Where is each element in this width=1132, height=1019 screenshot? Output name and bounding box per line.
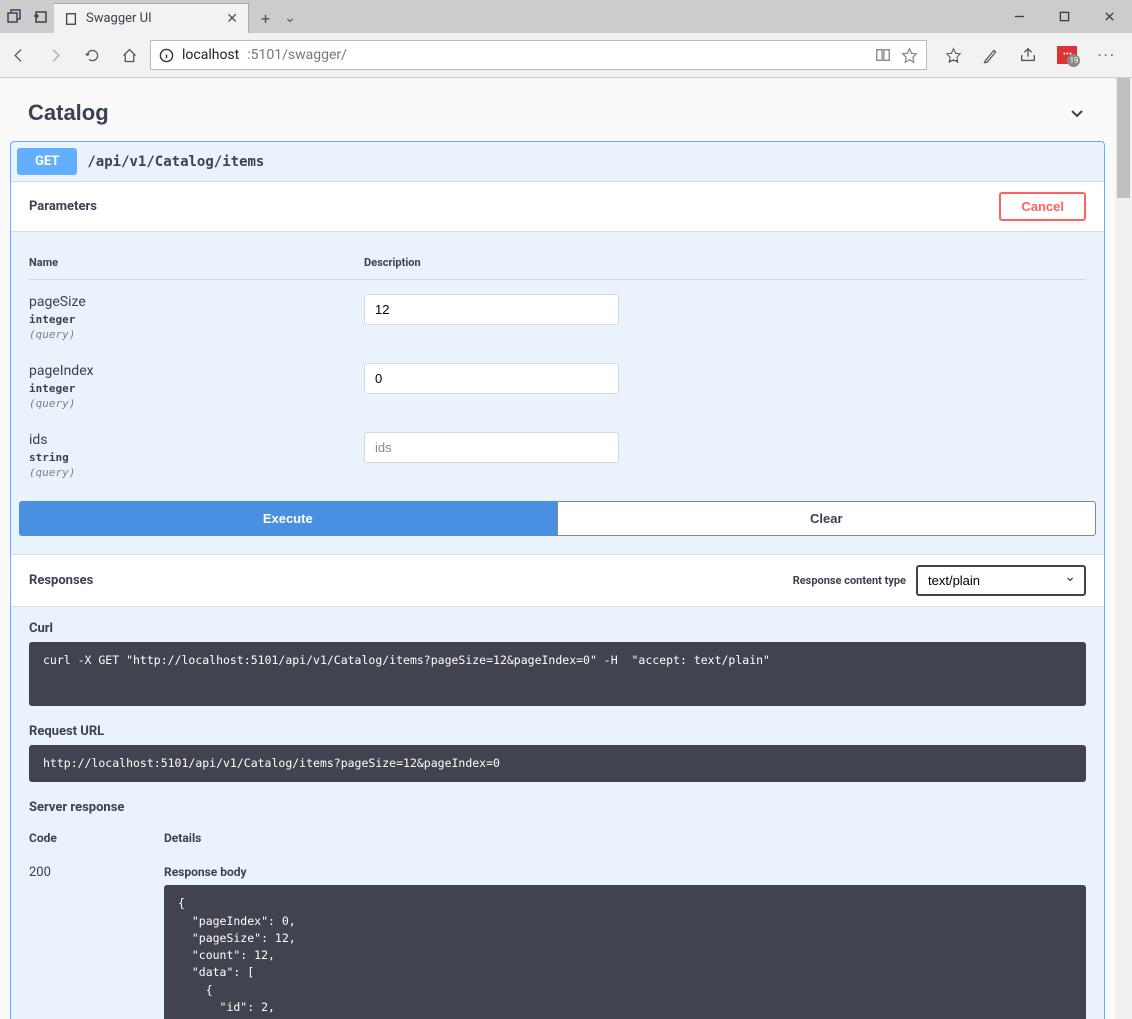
tab-actions: + ⌄ [249,3,308,33]
section-title: Catalog [28,100,109,126]
col-name-header: Name [29,256,364,269]
browser-toolbar: localhost :5101/swagger/ ••• 19 ··· [0,33,1132,78]
extension-button[interactable]: ••• 19 [1057,46,1077,64]
notes-button[interactable] [982,47,999,64]
content-type-select[interactable]: text/plain [916,565,1086,596]
badge-count: 19 [1067,54,1080,67]
window-set-aside-icon[interactable] [32,9,48,25]
clear-button[interactable]: Clear [557,501,1097,536]
url-path: :5101/swagger/ [247,47,347,63]
operation-block: GET /api/v1/Catalog/items Parameters Can… [10,141,1105,1019]
favorite-icon[interactable] [901,47,918,64]
cancel-button[interactable]: Cancel [999,192,1086,221]
details-header: Details [164,831,201,845]
param-type: integer [29,313,364,326]
code-header: Code [29,831,164,845]
response-row: 200 Response body { "pageIndex": 0, "pag… [29,851,1086,1019]
operation-summary[interactable]: GET /api/v1/Catalog/items [11,142,1104,181]
operation-path: /api/v1/Catalog/items [77,154,264,170]
param-in: (query) [29,466,364,479]
forward-button[interactable] [47,47,64,64]
scrollbar-thumb[interactable] [1117,78,1130,198]
param-row: pageSize integer (query) [29,280,1086,349]
curl-code: curl -X GET "http://localhost:5101/api/v… [29,642,1086,706]
param-in: (query) [29,397,364,410]
back-button[interactable] [10,47,27,64]
home-button[interactable] [121,47,138,64]
browser-tab[interactable]: Swagger UI ✕ [54,3,249,33]
reading-view-icon[interactable] [875,47,891,63]
page-icon [64,12,78,26]
chevron-down-icon [1067,103,1087,123]
close-button[interactable] [1087,0,1132,33]
param-name: pageSize [29,294,364,310]
pagesize-input[interactable] [364,294,619,325]
section-header[interactable]: Catalog [10,78,1105,141]
request-url-label: Request URL [29,724,1086,739]
responses-header: Responses Response content type text/pla… [11,554,1104,607]
page-content: Catalog GET /api/v1/Catalog/items Parame… [0,78,1115,1019]
new-tab-button[interactable]: + [261,9,270,28]
col-desc-header: Description [364,256,421,269]
param-type: integer [29,382,364,395]
param-row: ids string (query) [29,418,1086,487]
content-type-label: Response content type [793,574,906,587]
response-body-code: { "pageIndex": 0, "pageSize": 12, "count… [164,885,1086,1019]
maximize-button[interactable] [1042,0,1087,33]
favorites-button[interactable] [945,47,962,64]
param-name: ids [29,432,364,448]
response-code: 200 [29,865,164,880]
tab-title: Swagger UI [86,11,152,26]
window-controls [997,0,1132,33]
request-url-code: http://localhost:5101/api/v1/Catalog/ite… [29,745,1086,782]
tab-close-icon[interactable]: ✕ [226,11,238,27]
address-bar[interactable]: localhost :5101/swagger/ [150,40,927,70]
vertical-scrollbar[interactable] [1115,78,1132,1019]
param-row: pageIndex integer (query) [29,349,1086,418]
response-body-label: Response body [164,865,1086,879]
share-button[interactable] [1019,46,1037,64]
param-table-header: Name Description [29,242,1086,280]
parameters-heading: Parameters [29,199,97,214]
pageindex-input[interactable] [364,363,619,394]
param-type: string [29,451,364,464]
execute-button[interactable]: Execute [19,501,557,536]
window-titlebar: Swagger UI ✕ + ⌄ [0,0,1132,33]
parameters-header: Parameters Cancel [11,182,1104,232]
titlebar-left-icons [0,0,54,33]
response-table-header: Code Details [29,821,1086,851]
server-response-label: Server response [29,800,1086,815]
param-in: (query) [29,328,364,341]
window-stack-icon[interactable] [6,9,22,25]
refresh-button[interactable] [84,47,101,64]
more-button[interactable]: ··· [1097,46,1116,65]
minimize-button[interactable] [997,0,1042,33]
info-icon[interactable] [159,48,174,63]
http-method-badge: GET [17,148,77,175]
param-name: pageIndex [29,363,364,379]
url-host: localhost [182,47,239,63]
responses-heading: Responses [29,573,93,588]
ids-input[interactable] [364,432,619,463]
curl-label: Curl [29,621,1086,636]
tab-dropdown-icon[interactable]: ⌄ [284,10,296,26]
